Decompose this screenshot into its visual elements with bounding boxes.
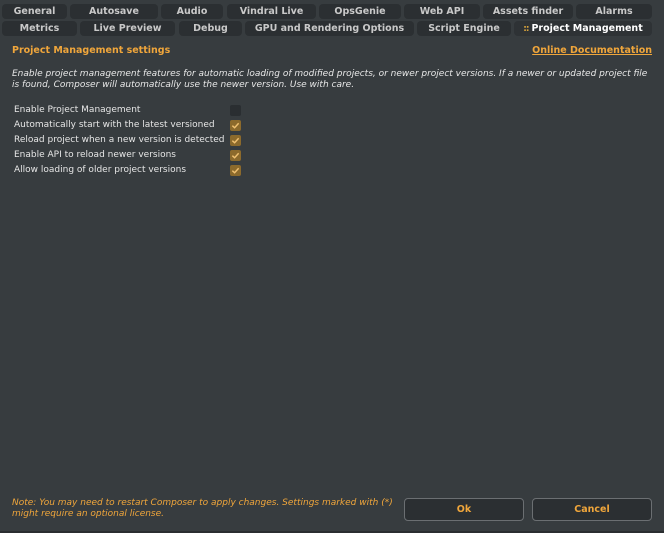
option-label: Reload project when a new version is det… bbox=[14, 135, 225, 145]
tab-audio[interactable]: Audio bbox=[161, 4, 223, 19]
tab-label: Live Preview bbox=[93, 23, 162, 34]
tab-assets-finder[interactable]: Assets finder bbox=[483, 4, 573, 19]
tab-debug[interactable]: Debug bbox=[179, 21, 242, 36]
section-title: Project Management settings bbox=[12, 45, 171, 56]
checkmark-icon bbox=[231, 137, 240, 144]
tab-project-management[interactable]: :: Project Management bbox=[514, 21, 652, 36]
cancel-button[interactable]: Cancel bbox=[532, 498, 652, 521]
reload-on-new-version-checkbox[interactable] bbox=[230, 135, 241, 146]
checkmark-icon bbox=[231, 122, 240, 129]
tab-label: Project Management bbox=[531, 23, 643, 34]
restart-note: Note: You may need to restart Composer t… bbox=[12, 498, 393, 519]
tab-live-preview[interactable]: Live Preview bbox=[80, 21, 175, 36]
tab-label: OpsGenie bbox=[334, 6, 386, 17]
tab-opsgenie[interactable]: OpsGenie bbox=[319, 4, 401, 19]
checkmark-icon bbox=[231, 152, 240, 159]
tab-label: Vindral Live bbox=[239, 6, 304, 17]
option-label: Enable Project Management bbox=[14, 105, 141, 115]
tab-bar-row-2: Metrics Live Preview Debug GPU and Rende… bbox=[0, 21, 664, 38]
tab-label: Autosave bbox=[89, 6, 139, 17]
enable-project-management-checkbox[interactable] bbox=[230, 105, 241, 116]
tab-label: Alarms bbox=[595, 6, 633, 17]
section-description: Enable project management features for a… bbox=[12, 69, 648, 90]
ok-button[interactable]: Ok bbox=[404, 498, 524, 521]
tab-label: Metrics bbox=[19, 23, 60, 34]
tab-web-api[interactable]: Web API bbox=[404, 4, 480, 19]
option-label: Enable API to reload newer versions bbox=[14, 150, 176, 160]
drag-grip-icon: :: bbox=[523, 23, 529, 34]
tab-label: General bbox=[13, 6, 56, 17]
tab-label: GPU and Rendering Options bbox=[254, 23, 405, 34]
tab-general[interactable]: General bbox=[2, 4, 67, 19]
online-documentation-link[interactable]: Online Documentation bbox=[532, 45, 652, 56]
option-label: Allow loading of older project versions bbox=[14, 165, 187, 175]
tab-label: Debug bbox=[193, 23, 228, 34]
tab-label: Audio bbox=[176, 6, 208, 17]
tab-autosave[interactable]: Autosave bbox=[70, 4, 158, 19]
tab-vindral-live[interactable]: Vindral Live bbox=[227, 4, 316, 19]
enable-api-reload-checkbox[interactable] bbox=[230, 150, 241, 161]
tab-label: Script Engine bbox=[428, 23, 500, 34]
tab-label: Assets finder bbox=[492, 6, 564, 17]
checkmark-icon bbox=[231, 167, 240, 174]
auto-start-latest-checkbox[interactable] bbox=[230, 120, 241, 131]
tab-gpu-rendering[interactable]: GPU and Rendering Options bbox=[245, 21, 414, 36]
tab-alarms[interactable]: Alarms bbox=[576, 4, 652, 19]
tab-label: Web API bbox=[419, 6, 465, 17]
allow-older-versions-checkbox[interactable] bbox=[230, 165, 241, 176]
tab-bar-row-1: General Autosave Audio Vindral Live OpsG… bbox=[0, 4, 664, 21]
tab-metrics[interactable]: Metrics bbox=[2, 21, 77, 36]
option-label: Automatically start with the latest vers… bbox=[14, 120, 215, 130]
tab-script-engine[interactable]: Script Engine bbox=[417, 21, 511, 36]
